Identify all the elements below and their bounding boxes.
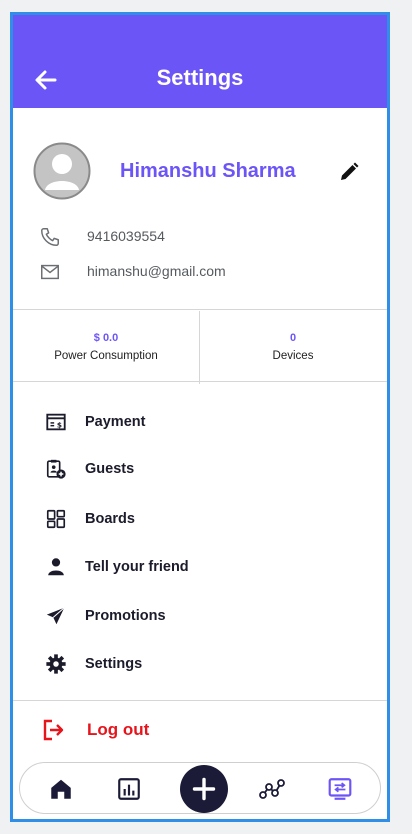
user-avatar-icon bbox=[33, 142, 91, 200]
phone-row: 9416039554 bbox=[39, 226, 359, 248]
stats-panel: $ 0.0 Power Consumption 0 Devices bbox=[13, 311, 387, 384]
logout-icon bbox=[43, 719, 64, 741]
menu-item-promotions[interactable]: Promotions bbox=[41, 602, 361, 632]
power-consumption-stat: $ 0.0 Power Consumption bbox=[13, 311, 199, 384]
routes-icon bbox=[259, 779, 285, 799]
stat-value: $ 0.0 bbox=[93, 332, 119, 344]
menu-item-guests[interactable]: Guests bbox=[41, 455, 361, 485]
pencil-icon bbox=[341, 162, 359, 180]
stats-icon bbox=[118, 778, 140, 800]
nav-stats[interactable] bbox=[116, 776, 142, 802]
header-bar: Settings bbox=[13, 15, 387, 108]
stat-label: Power Consumption bbox=[54, 350, 158, 362]
phone-icon bbox=[41, 228, 59, 246]
menu-item-tell-your-friend[interactable]: Tell your friend bbox=[41, 553, 361, 583]
devices-stat: 0 Devices bbox=[200, 311, 386, 384]
stat-value: 0 bbox=[289, 332, 297, 344]
menu-item-settings[interactable]: Settings bbox=[41, 650, 361, 680]
svg-text:$: $ bbox=[57, 421, 62, 430]
menu-item-label: Boards bbox=[85, 511, 135, 527]
divider bbox=[13, 700, 387, 701]
gear-icon bbox=[46, 654, 66, 674]
app-screen: Settings Himanshu Sharma 9416039554 hima… bbox=[10, 12, 390, 822]
profile-name: Himanshu Sharma bbox=[120, 160, 296, 182]
logout-button[interactable]: Log out bbox=[41, 715, 241, 745]
add-button[interactable] bbox=[180, 765, 228, 813]
menu-item-label: Guests bbox=[85, 461, 135, 477]
payment-icon: $ bbox=[46, 413, 66, 431]
person-icon bbox=[48, 558, 64, 576]
send-icon bbox=[46, 607, 65, 625]
logout-label: Log out bbox=[87, 720, 150, 739]
divider bbox=[13, 381, 387, 382]
devices-icon bbox=[328, 778, 352, 800]
nav-devices[interactable] bbox=[327, 776, 353, 802]
menu-item-boards[interactable]: Boards bbox=[41, 505, 361, 535]
menu-item-label: Promotions bbox=[85, 608, 166, 624]
email-row: himanshu@gmail.com bbox=[39, 261, 359, 283]
menu-item-label: Settings bbox=[85, 656, 143, 672]
mail-icon bbox=[41, 264, 59, 280]
email-address: himanshu@gmail.com bbox=[87, 263, 226, 279]
phone-number: 9416039554 bbox=[87, 228, 165, 244]
add-icon bbox=[192, 777, 216, 801]
divider bbox=[13, 309, 387, 310]
stat-label: Devices bbox=[272, 350, 314, 362]
edit-profile-button[interactable] bbox=[337, 160, 361, 184]
menu-item-label: Payment bbox=[85, 414, 146, 430]
menu-item-label: Tell your friend bbox=[85, 559, 189, 575]
bottom-nav bbox=[19, 762, 381, 814]
page-title: Settings bbox=[156, 65, 244, 90]
home-icon bbox=[51, 779, 71, 799]
menu-item-payment[interactable]: $ Payment bbox=[41, 408, 361, 438]
nav-home[interactable] bbox=[48, 776, 74, 802]
nav-routes[interactable] bbox=[258, 776, 285, 802]
avatar[interactable] bbox=[33, 142, 91, 200]
guests-icon bbox=[46, 459, 66, 479]
boards-icon bbox=[46, 509, 66, 529]
